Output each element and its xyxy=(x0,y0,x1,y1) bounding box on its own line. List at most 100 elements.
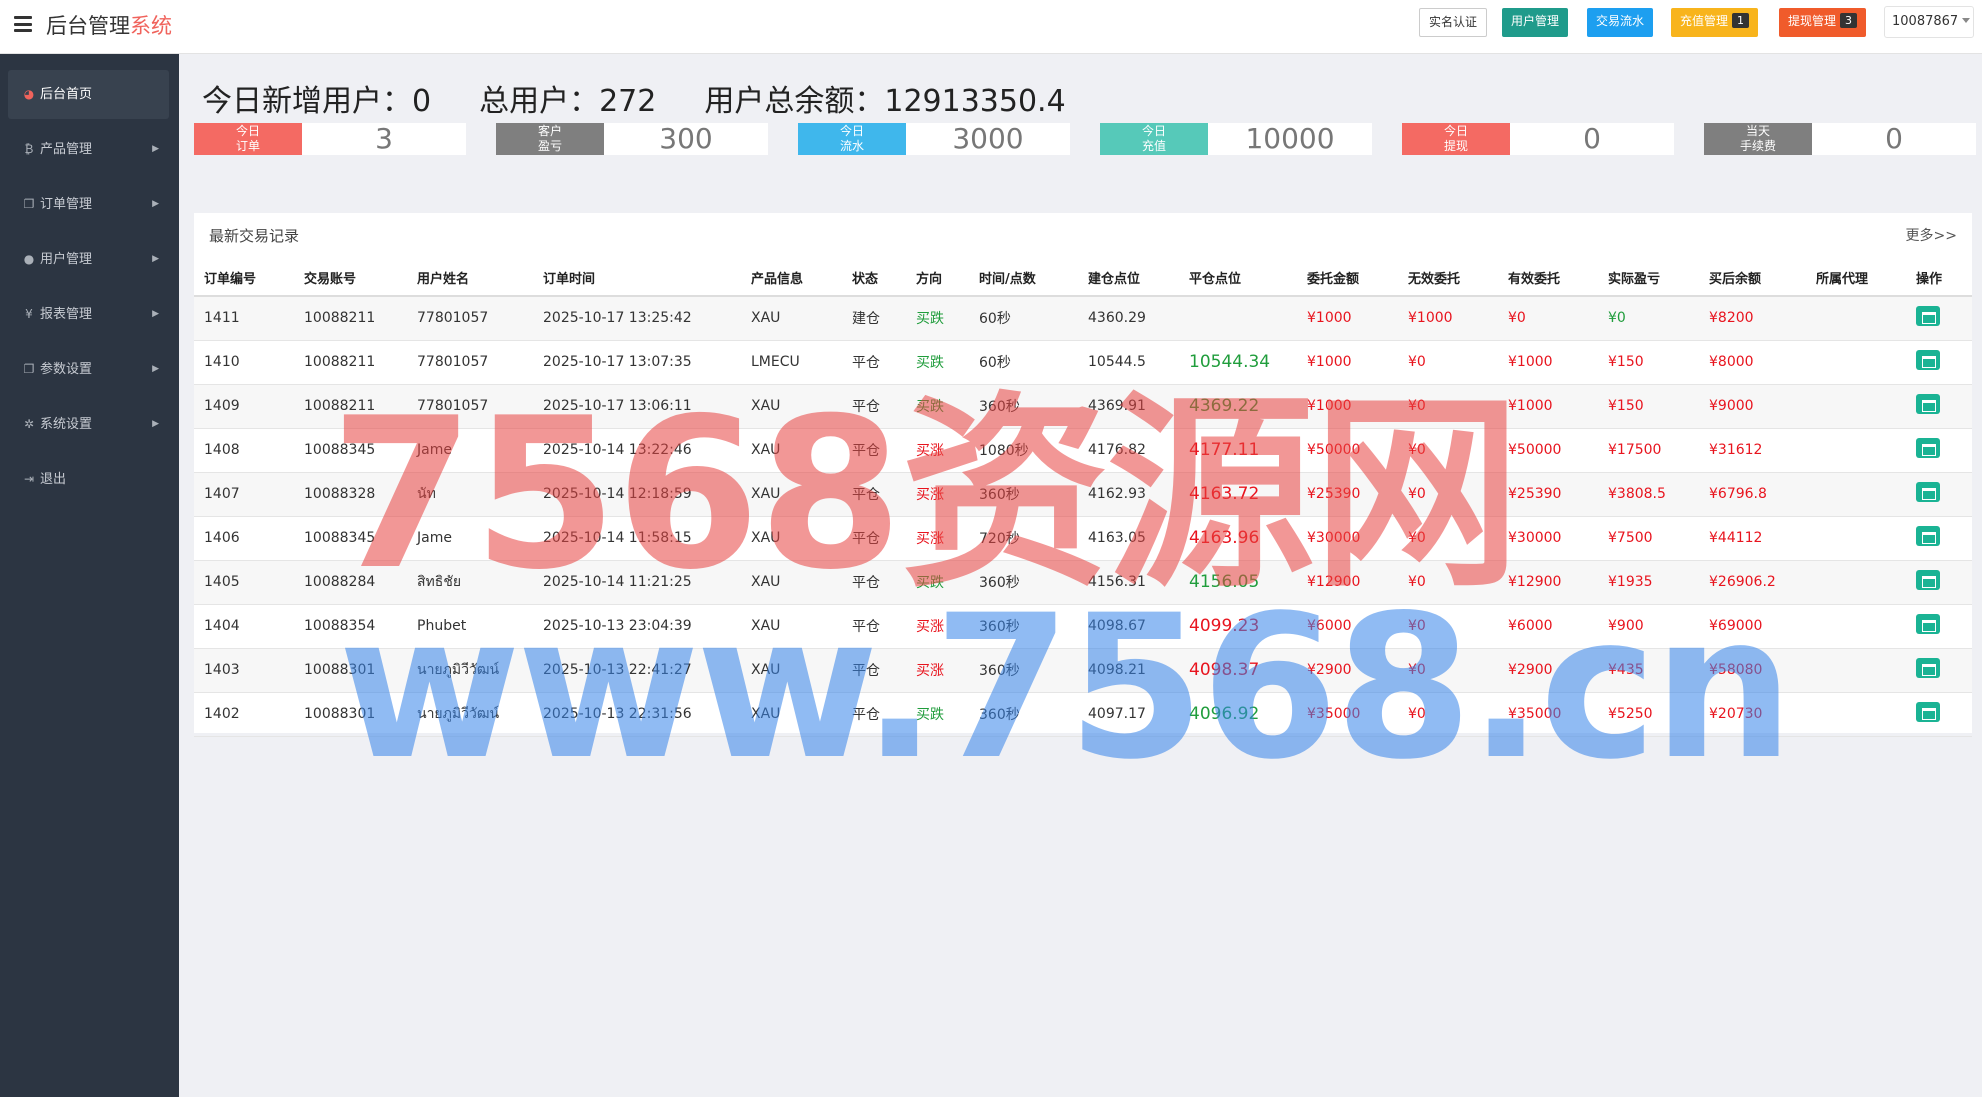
sidebar-item-6[interactable]: ✲ 系统设置 ▶ xyxy=(8,400,169,449)
table-cell: 10088345 xyxy=(294,516,407,561)
table-cell: ¥25390 xyxy=(1498,472,1598,517)
menu-toggle-icon[interactable] xyxy=(14,16,32,32)
stat-value: 300 xyxy=(659,122,713,155)
table-cell: ¥1935 xyxy=(1598,560,1699,605)
sidebar-item-5[interactable]: ❐ 参数设置 ▶ xyxy=(8,345,169,394)
table-cell: 10088345 xyxy=(294,428,407,473)
table-cell: 1409 xyxy=(194,384,294,429)
table-cell: ¥1000 xyxy=(1297,384,1398,429)
table-cell: ¥58080 xyxy=(1699,648,1806,693)
table-cell: ¥1000 xyxy=(1297,340,1398,385)
table-cell xyxy=(1906,648,1972,693)
table-cell: 平仓 xyxy=(842,472,906,517)
table-cell: 720秒 xyxy=(969,516,1078,561)
view-detail-icon[interactable] xyxy=(1916,394,1940,414)
copy-icon: ❐ xyxy=(23,362,35,376)
caret-right-icon: ▶ xyxy=(152,309,159,319)
table-cell: 买涨 xyxy=(906,648,969,693)
view-detail-icon[interactable] xyxy=(1916,350,1940,370)
table-cell: ¥9000 xyxy=(1699,384,1806,429)
view-detail-icon[interactable] xyxy=(1916,306,1940,327)
stat-label: 当天 手续费 xyxy=(1704,123,1812,155)
table-cell: ¥26906.2 xyxy=(1699,560,1806,605)
caret-down-icon xyxy=(1962,18,1971,23)
table-cell: ¥900 xyxy=(1598,604,1699,649)
table-cell: XAU xyxy=(741,560,842,605)
table-cell: 4098.37 xyxy=(1179,648,1297,693)
total-users-summary: 总用户：272 xyxy=(479,84,657,119)
table-cell: นัท xyxy=(407,472,533,517)
table-cell: ¥0 xyxy=(1398,692,1498,737)
stat-label: 今日 流水 xyxy=(798,123,906,155)
stat-box: 今日 订单 3 xyxy=(194,123,466,155)
stat-label-line: 当天 xyxy=(1745,124,1770,138)
user-management-button[interactable]: 用户管理 xyxy=(1502,8,1569,37)
column-header: 时间/点数 xyxy=(969,260,1078,297)
table-cell: XAU xyxy=(741,516,842,561)
verify-button[interactable]: 实名认证 xyxy=(1419,8,1488,37)
column-header: 订单编号 xyxy=(194,260,294,297)
sidebar-item-4[interactable]: ¥ 报表管理 ▶ xyxy=(8,290,169,339)
stat-label-line: 客户 xyxy=(537,124,562,138)
column-header: 产品信息 xyxy=(741,260,842,297)
column-header: 建仓点位 xyxy=(1078,260,1179,297)
stat-value: 3000 xyxy=(952,122,1024,155)
column-header: 实际盈亏 xyxy=(1598,260,1699,297)
sidebar-item-1[interactable]: ₿ 产品管理 ▶ xyxy=(8,125,169,174)
table-cell: Jame xyxy=(407,428,533,473)
view-detail-icon[interactable] xyxy=(1916,570,1940,590)
table-cell: 10088211 xyxy=(294,296,407,341)
user-icon: ● xyxy=(23,252,35,266)
view-detail-icon[interactable] xyxy=(1916,438,1940,458)
table-cell: 60秒 xyxy=(969,296,1078,341)
column-header: 订单时间 xyxy=(533,260,741,297)
sidebar-item-0[interactable]: ◕ 后台首页 xyxy=(8,70,169,119)
gears-icon: ✲ xyxy=(23,417,35,431)
table-cell: ¥31612 xyxy=(1699,428,1806,473)
table-cell: 买跌 xyxy=(906,384,969,429)
view-detail-icon[interactable] xyxy=(1916,614,1940,634)
table-cell: ¥7500 xyxy=(1598,516,1699,561)
table-cell: XAU xyxy=(741,384,842,429)
table-cell: ¥50000 xyxy=(1297,428,1398,473)
table-cell: ¥30000 xyxy=(1297,516,1398,561)
recent-trades-card: 最新交易记录 更多>> 订单编号 交易账号 用户姓名 订单时间 产品信息 状态 方向 时间/点… xyxy=(194,213,1972,737)
table-cell xyxy=(1906,692,1972,737)
view-detail-icon[interactable] xyxy=(1916,702,1940,722)
stat-label: 今日 提现 xyxy=(1402,123,1510,155)
table-cell: 买跌 xyxy=(906,692,969,737)
table-cell: สิทธิชัย xyxy=(407,560,533,605)
new-users-summary: 今日新增用户：0 xyxy=(202,84,432,119)
table-cell: ¥35000 xyxy=(1498,692,1598,737)
view-detail-icon[interactable] xyxy=(1916,526,1940,546)
view-detail-icon[interactable] xyxy=(1916,482,1940,502)
copy-icon: ❐ xyxy=(23,197,35,211)
table-cell xyxy=(1806,692,1906,737)
sidebar-item-2[interactable]: ❐ 订单管理 ▶ xyxy=(8,180,169,229)
total-balance-summary: 用户总余额：12913350.4 xyxy=(704,84,1066,119)
table-cell: ¥1000 xyxy=(1297,296,1398,341)
stat-label-line: 手续费 xyxy=(1739,139,1776,153)
table-cell: XAU xyxy=(741,428,842,473)
view-detail-icon[interactable] xyxy=(1916,658,1940,678)
caret-right-icon: ▶ xyxy=(152,254,159,264)
table-cell: 10088354 xyxy=(294,604,407,649)
sidebar-item-7[interactable]: ⇥ 退出 xyxy=(8,455,169,504)
table-cell: 360秒 xyxy=(969,648,1078,693)
sidebar-item-label: 订单管理 xyxy=(40,197,93,212)
sidebar-item-label: 产品管理 xyxy=(40,142,93,157)
trade-flow-button[interactable]: 交易流水 xyxy=(1587,8,1654,37)
table-cell: ¥1000 xyxy=(1498,384,1598,429)
stat-label: 今日 充值 xyxy=(1100,123,1208,155)
recharge-management-button[interactable]: 充值管理 1 xyxy=(1671,8,1759,37)
sidebar-item-3[interactable]: ● 用户管理 ▶ xyxy=(8,235,169,284)
yen-icon: ¥ xyxy=(25,307,33,321)
table-cell: 10088211 xyxy=(294,340,407,385)
table-cell: ¥1000 xyxy=(1398,296,1498,341)
account-dropdown[interactable]: 10087867 xyxy=(1884,6,1974,38)
more-link[interactable]: 更多>> xyxy=(1906,225,1957,245)
withdraw-management-button[interactable]: 提现管理 3 xyxy=(1779,8,1867,37)
stat-value: 0 xyxy=(1885,122,1903,155)
table-cell: 60秒 xyxy=(969,340,1078,385)
table-cell xyxy=(1806,296,1906,341)
